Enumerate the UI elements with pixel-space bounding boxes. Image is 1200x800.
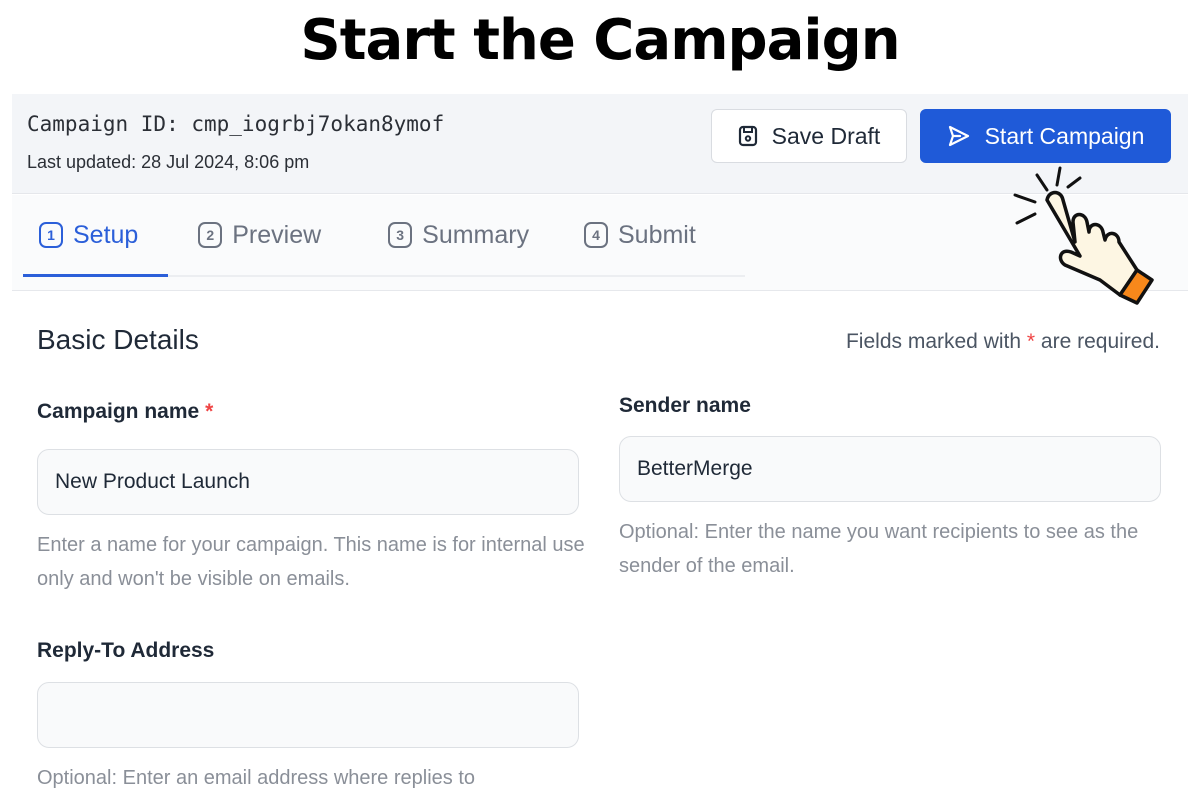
tab-label: Submit <box>617 220 696 249</box>
tab-label: Preview <box>232 220 322 249</box>
save-icon <box>738 125 758 147</box>
start-campaign-label: Start Campaign <box>984 122 1145 149</box>
step-number-icon: 2 <box>198 222 223 248</box>
campaign-id: Campaign ID: cmp_iogrbj7okan8ymof <box>27 112 445 136</box>
tab-summary[interactable]: 3 Summary <box>373 195 576 275</box>
sender-name-label: Sender name <box>619 394 751 417</box>
tab-setup[interactable]: 1 Setup <box>23 195 169 277</box>
campaign-name-label: Campaign name * <box>37 400 213 424</box>
required-fields-note: Fields marked with * are required. <box>846 330 1160 354</box>
tab-label: Setup <box>73 220 139 249</box>
campaign-name-input[interactable] <box>37 449 579 515</box>
tab-label: Summary <box>422 220 530 249</box>
required-star: * <box>205 400 214 423</box>
step-number-icon: 3 <box>388 222 413 248</box>
campaign-name-help: Enter a name for your campaign. This nam… <box>37 534 585 590</box>
send-icon <box>947 125 971 147</box>
step-number-icon: 4 <box>583 222 608 248</box>
hand-pointer-click-icon <box>1005 160 1165 310</box>
tab-preview[interactable]: 2 Preview <box>168 195 373 275</box>
save-draft-button[interactable]: Save Draft <box>711 109 907 163</box>
section-title: Basic Details <box>37 324 199 355</box>
required-star: * <box>1026 330 1036 353</box>
step-number-icon: 1 <box>39 222 63 248</box>
step-tabs: 1 Setup 2 Preview 3 Summary 4 Submit <box>23 195 745 277</box>
tab-submit[interactable]: 4 Submit <box>576 195 745 275</box>
start-campaign-button[interactable]: Start Campaign <box>920 109 1171 163</box>
reply-to-help: Optional: Enter an email address where r… <box>37 767 476 789</box>
campaign-name-label-text: Campaign name <box>37 400 200 423</box>
reply-to-label: Reply-To Address <box>37 639 215 662</box>
banner-title: Start the Campaign <box>300 8 900 73</box>
save-draft-label: Save Draft <box>771 122 881 149</box>
required-note-prefix: Fields marked with <box>845 330 1022 353</box>
reply-to-input[interactable] <box>37 682 579 748</box>
required-note-suffix: are required. <box>1040 330 1160 353</box>
sender-name-input[interactable] <box>619 436 1161 502</box>
last-updated: Last updated: 28 Jul 2024, 8:06 pm <box>27 152 310 172</box>
sender-name-help: Optional: Enter the name you want recipi… <box>619 521 1139 577</box>
